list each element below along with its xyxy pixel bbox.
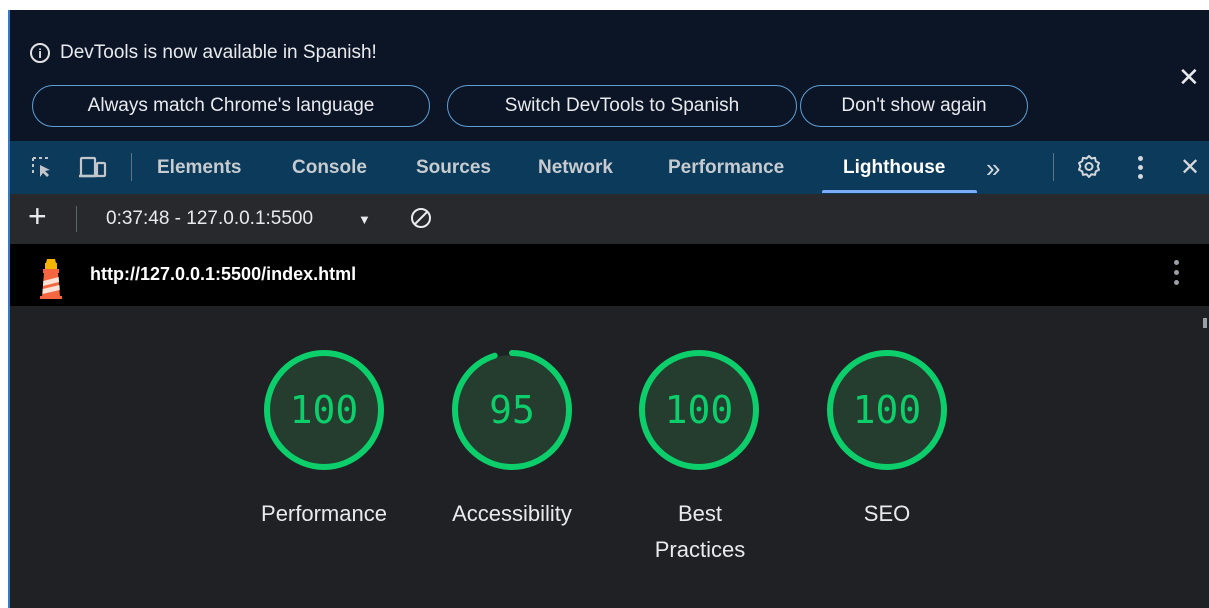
score-label-accessibility: Accessibility [452, 501, 572, 526]
report-url: http://127.0.0.1:5500/index.html [90, 264, 357, 284]
report-toolbar-separator [76, 206, 77, 232]
scrollbar-track[interactable] [1197, 306, 1209, 608]
score-label-performance: Performance [261, 501, 387, 526]
inspect-element-icon[interactable] [30, 155, 54, 179]
score-label-seo: SEO [863, 501, 911, 526]
dont-show-again-button[interactable]: Don't show again [800, 85, 1028, 127]
tab-performance[interactable]: Performance [668, 157, 784, 179]
lighthouse-logo-icon [40, 259, 62, 299]
scrollbar-thumb[interactable] [1203, 318, 1207, 328]
infobar-message-row: i DevTools is now available in Spanish! [30, 42, 377, 64]
score-value: 100 [289, 388, 359, 432]
infobar-message: DevTools is now available in Spanish! [60, 42, 377, 63]
settings-gear-icon[interactable] [1076, 154, 1102, 180]
lighthouse-report-toolbar: + 0:37:48 - 127.0.0.1:5500 ▼ [10, 194, 1209, 245]
tab-lighthouse[interactable]: Lighthouse [843, 157, 945, 179]
lighthouse-scores: 100 95 100 100 Performance Accessibility [10, 306, 1209, 608]
report-selector[interactable]: 0:37:48 - 127.0.0.1:5500 [106, 208, 313, 230]
customize-menu-icon[interactable] [1138, 156, 1143, 179]
close-devtools-icon[interactable]: ✕ [1180, 153, 1200, 182]
toolbar-separator [1053, 153, 1054, 181]
score-gauge-seo[interactable]: 100 [825, 348, 949, 472]
clear-reports-icon[interactable] [409, 206, 433, 230]
chevron-down-icon[interactable]: ▼ [358, 212, 371, 227]
always-match-language-button[interactable]: Always match Chrome's language [32, 85, 430, 127]
score-gauge-performance[interactable]: 100 [262, 348, 386, 472]
score-label-best-practices: Best Practices [654, 501, 746, 562]
devtools-tab-bar: Elements Console Sources Network Perform… [10, 141, 1209, 195]
tab-elements[interactable]: Elements [157, 157, 241, 179]
score-value: 95 [489, 388, 535, 432]
tab-separator [131, 153, 132, 181]
score-value: 100 [664, 388, 734, 432]
score-gauge-best-practices[interactable]: 100 [637, 348, 761, 472]
left-edge [0, 10, 10, 608]
more-tabs-icon[interactable]: » [986, 153, 1000, 184]
score-gauge-accessibility[interactable]: 95 [450, 348, 574, 472]
language-infobar: i DevTools is now available in Spanish! … [10, 10, 1209, 141]
tab-network[interactable]: Network [538, 157, 613, 179]
new-report-button[interactable]: + [28, 200, 47, 232]
device-toolbar-icon[interactable] [78, 155, 108, 179]
tab-sources[interactable]: Sources [416, 157, 491, 179]
report-menu-icon[interactable] [1174, 260, 1179, 290]
devtools-window: i DevTools is now available in Spanish! … [10, 10, 1209, 608]
tab-console[interactable]: Console [292, 157, 367, 179]
switch-to-spanish-button[interactable]: Switch DevTools to Spanish [447, 85, 797, 127]
close-icon[interactable]: ✕ [1178, 64, 1200, 90]
info-icon: i [30, 43, 50, 63]
report-url-bar: http://127.0.0.1:5500/index.html [10, 244, 1209, 306]
score-value: 100 [852, 388, 922, 432]
active-tab-indicator [822, 190, 977, 193]
